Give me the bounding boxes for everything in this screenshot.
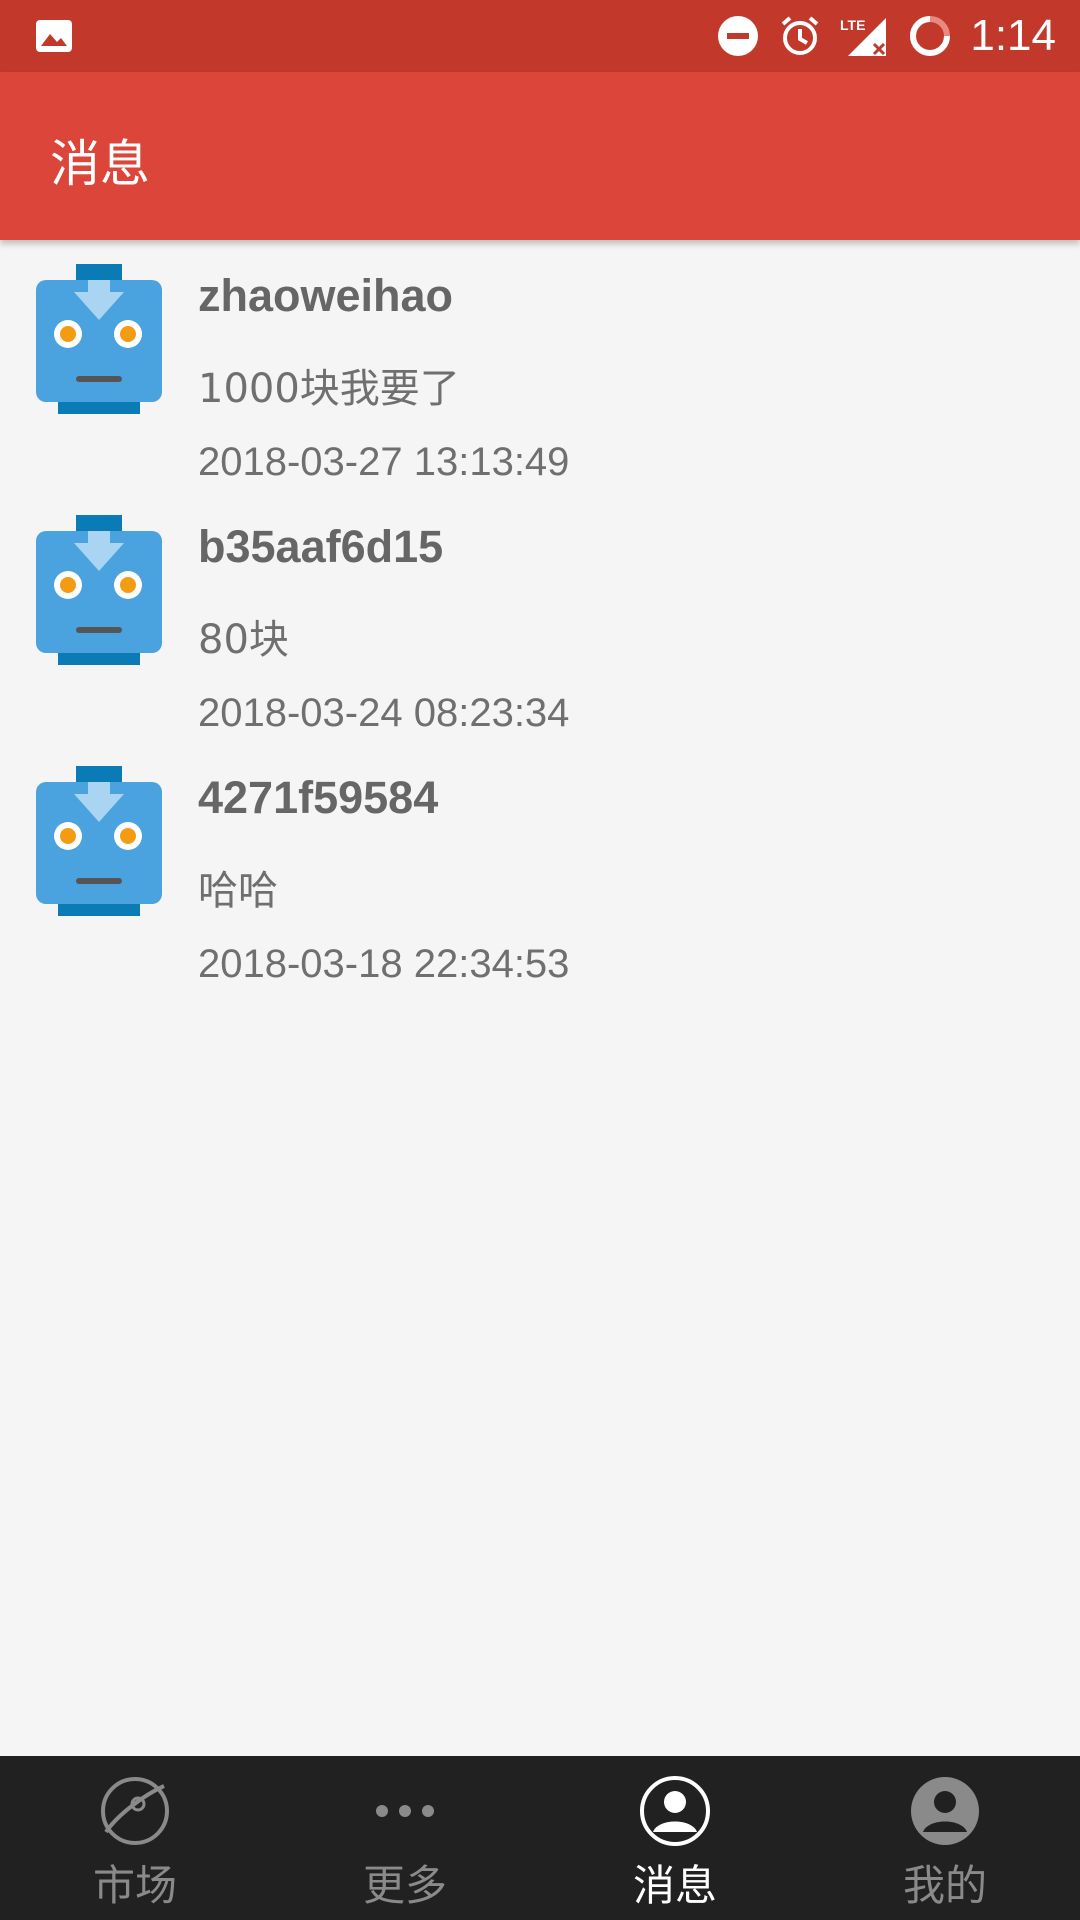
robot-avatar-icon xyxy=(36,766,162,916)
nav-item-market[interactable]: 市场 xyxy=(0,1756,270,1920)
nav-item-messages[interactable]: 消息 xyxy=(540,1756,810,1920)
message-timestamp: 2018-03-18 22:34:53 xyxy=(198,942,570,986)
nav-item-more[interactable]: 更多 xyxy=(270,1756,540,1920)
message-item[interactable]: zhaoweihao 1000块我要了 2018-03-27 13:13:49 xyxy=(0,240,1080,491)
nav-label: 消息 xyxy=(632,1861,717,1910)
planet-icon xyxy=(101,1777,169,1845)
robot-avatar-icon xyxy=(36,515,162,665)
message-item[interactable]: b35aaf6d15 80块 2018-03-24 08:23:34 xyxy=(0,491,1080,742)
person-icon xyxy=(640,1776,710,1846)
message-content: 1000块我要了 xyxy=(198,366,460,412)
alarm-icon xyxy=(782,16,819,55)
svg-text:LTE: LTE xyxy=(840,17,865,33)
message-timestamp: 2018-03-24 08:23:34 xyxy=(198,691,570,735)
status-bar: LTE 1:14 xyxy=(0,0,1080,72)
message-timestamp: 2018-03-27 13:13:49 xyxy=(198,440,570,484)
nav-label: 市场 xyxy=(92,1861,177,1910)
message-list: zhaoweihao 1000块我要了 2018-03-27 13:13:49 … xyxy=(0,240,1080,993)
status-time: 1:14 xyxy=(970,11,1056,60)
do-not-disturb-icon xyxy=(718,16,759,56)
nav-label: 更多 xyxy=(362,1861,447,1910)
image-icon xyxy=(36,20,72,52)
message-username: b35aaf6d15 xyxy=(198,521,444,572)
app-bar: 消息 xyxy=(0,72,1080,240)
message-content: 哈哈 xyxy=(198,868,278,914)
more-dots-icon xyxy=(376,1805,434,1817)
message-username: 4271f59584 xyxy=(198,772,439,823)
lte-signal-icon: LTE xyxy=(840,17,887,56)
nav-label: 我的 xyxy=(902,1861,987,1910)
message-content: 80块 xyxy=(198,617,289,663)
page-title: 消息 xyxy=(50,135,150,193)
bottom-nav: 市场 更多 消息 我的 xyxy=(0,1756,1080,1920)
battery-icon xyxy=(910,16,951,56)
message-item[interactable]: 4271f59584 哈哈 2018-03-18 22:34:53 xyxy=(0,742,1080,993)
profile-icon xyxy=(911,1777,979,1845)
message-username: zhaoweihao xyxy=(198,270,454,321)
nav-item-mine[interactable]: 我的 xyxy=(810,1756,1080,1920)
robot-avatar-icon xyxy=(36,264,162,414)
